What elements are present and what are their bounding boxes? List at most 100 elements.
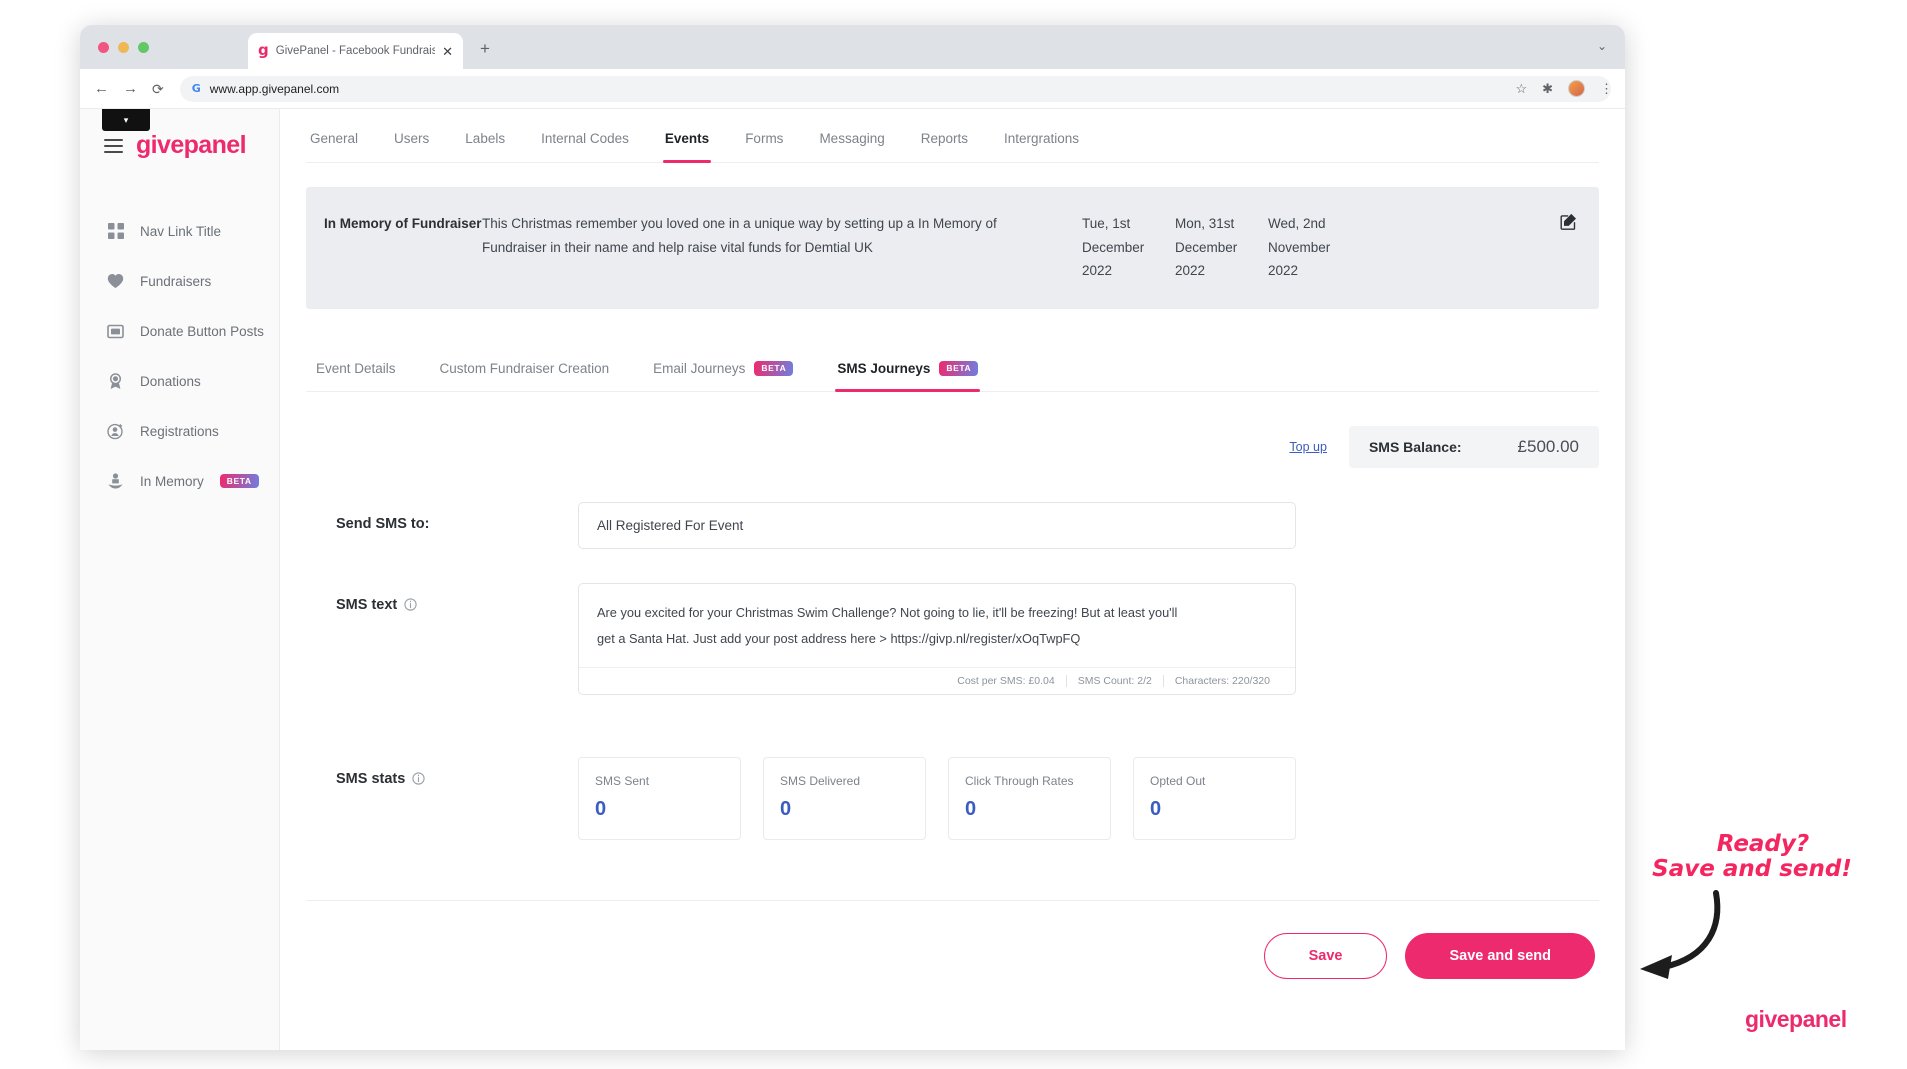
tab-forms[interactable]: Forms — [727, 131, 801, 162]
sms-stats-row: SMS stats SMS Sent 0 SMS Delivered 0 Cli… — [306, 757, 1599, 841]
send-sms-to-select[interactable]: All Registered For Event — [578, 501, 1296, 549]
event-summary-banner: In Memory of Fundraiser This Christmas r… — [306, 187, 1599, 309]
sms-balance-value: £500.00 — [1517, 436, 1579, 456]
event-name: In Memory of Fundraiser — [324, 216, 482, 231]
label-text: Send SMS to: — [336, 515, 430, 532]
subtab-event-details[interactable]: Event Details — [310, 361, 418, 391]
window-traffic-lights — [98, 42, 149, 53]
send-sms-to-row: Send SMS to: All Registered For Event — [306, 501, 1599, 549]
profile-avatar[interactable] — [1568, 80, 1585, 97]
browser-menu-icon[interactable]: ⋮ — [1600, 82, 1613, 95]
sidebar-item-label: Donate Button Posts — [140, 323, 264, 339]
stat-label: SMS Sent — [595, 774, 650, 789]
top-up-link[interactable]: Top up — [1289, 440, 1327, 454]
sidebar-item-registrations[interactable]: Registrations — [80, 406, 279, 456]
sidebar-notch: ▾ — [102, 109, 150, 131]
subtab-label: Event Details — [316, 360, 396, 376]
hamburger-menu-icon[interactable] — [104, 138, 123, 153]
annotation-arrow-icon — [1640, 890, 1721, 979]
stat-value: 0 — [780, 798, 792, 821]
browser-tab-title: GivePanel - Facebook Fundraising — [275, 45, 436, 57]
tab-events[interactable]: Events — [647, 131, 727, 163]
subtab-sms-journeys[interactable]: SMS Journeys BETA — [815, 360, 1000, 392]
minimize-window-button[interactable] — [118, 42, 129, 53]
stat-card-click-through-rates: Click Through Rates 0 — [948, 757, 1111, 841]
label-text: SMS text — [336, 596, 398, 613]
info-icon[interactable] — [404, 598, 417, 611]
sidebar-item-label: Donations — [140, 373, 201, 389]
maximize-window-button[interactable] — [138, 42, 149, 53]
sms-text-line-2: get a Santa Hat. Just add your post addr… — [597, 631, 1081, 647]
close-tab-icon[interactable]: ✕ — [442, 45, 453, 58]
sidebar-item-donate-button-posts[interactable]: Donate Button Posts — [80, 306, 279, 356]
grid-icon — [107, 223, 124, 240]
sidebar-item-label: Fundraisers — [140, 273, 212, 289]
chevron-down-icon[interactable]: ⌄ — [1597, 39, 1607, 53]
extensions-icon[interactable]: ✱ — [1542, 82, 1553, 95]
sidebar-item-in-memory[interactable]: In Memory BETA — [80, 456, 279, 506]
givepanel-favicon-icon: g — [258, 40, 269, 59]
save-and-send-button[interactable]: Save and send — [1405, 933, 1595, 980]
bookmark-star-icon[interactable]: ☆ — [1515, 82, 1527, 95]
main-content: General Users Labels Internal Codes Even… — [280, 109, 1625, 1050]
sidebar-item-fundraisers[interactable]: Fundraisers — [80, 256, 279, 306]
label-text: SMS stats — [336, 771, 406, 788]
app-root: ▾ givepanel Nav Link Title Fundraisers D… — [80, 109, 1625, 1050]
sidebar-item-label: In Memory — [140, 473, 204, 489]
cost-per-sms: Cost per SMS: £0.04 — [957, 675, 1055, 688]
form-actions: Save Save and send — [306, 900, 1599, 980]
close-window-button[interactable] — [98, 42, 109, 53]
tab-messaging[interactable]: Messaging — [801, 131, 902, 162]
tab-users[interactable]: Users — [376, 131, 447, 162]
subtab-label: Custom Fundraiser Creation — [439, 360, 610, 376]
subtab-email-journeys[interactable]: Email Journeys BETA — [631, 361, 815, 391]
sidebar-item-donations[interactable]: Donations — [80, 356, 279, 406]
edit-event-icon[interactable] — [1560, 212, 1577, 230]
stat-card-opted-out: Opted Out 0 — [1133, 757, 1296, 841]
settings-tabs: General Users Labels Internal Codes Even… — [306, 109, 1599, 163]
memorial-icon — [107, 472, 124, 490]
browser-tab[interactable]: g GivePanel - Facebook Fundraising ✕ — [248, 33, 463, 69]
sidebar-item-nav-link-title[interactable]: Nav Link Title — [80, 206, 279, 256]
tab-reports[interactable]: Reports — [903, 131, 986, 162]
tab-internal-codes[interactable]: Internal Codes — [523, 131, 647, 162]
sms-balance-pill: SMS Balance: £500.00 — [1348, 425, 1599, 468]
stat-label: Opted Out — [1150, 774, 1206, 789]
stat-label: SMS Delivered — [780, 774, 861, 789]
sms-text-line-1: Are you excited for your Christmas Swim … — [597, 604, 1178, 620]
event-description: This Christmas remember you loved one in… — [482, 216, 997, 255]
annotation-line-1: Ready? — [1716, 831, 1810, 857]
card-icon — [107, 323, 124, 340]
subtab-label: SMS Journeys — [837, 360, 931, 376]
ribbon-icon — [107, 372, 124, 390]
sms-stats-cards: SMS Sent 0 SMS Delivered 0 Click Through… — [578, 757, 1296, 841]
save-button[interactable]: Save — [1263, 933, 1388, 980]
chevron-down-icon: ▾ — [123, 114, 129, 125]
tab-general[interactable]: General — [306, 131, 376, 162]
sms-count: SMS Count: 2/2 — [1065, 675, 1163, 688]
footer-brand-wordmark: givepanel — [1745, 1006, 1847, 1032]
back-icon[interactable]: ← — [94, 81, 109, 96]
sms-text-meta: Cost per SMS: £0.04 SMS Count: 2/2 Chara… — [579, 667, 1295, 694]
browser-window: g GivePanel - Facebook Fundraising ✕ + ⌄… — [80, 25, 1625, 1050]
forward-icon[interactable]: → — [123, 81, 138, 96]
reload-icon[interactable]: ⟳ — [152, 82, 164, 96]
sms-text-value[interactable]: Are you excited for your Christmas Swim … — [579, 584, 1295, 667]
event-start-date: Tue, 1st December 2022 — [1082, 216, 1145, 279]
sms-text-field[interactable]: Are you excited for your Christmas Swim … — [578, 582, 1296, 696]
tab-intergrations[interactable]: Intergrations — [986, 131, 1097, 162]
sidebar-item-label: Nav Link Title — [140, 223, 222, 239]
info-icon[interactable] — [412, 772, 425, 785]
sidebar-nav: Nav Link Title Fundraisers Donate Button… — [80, 206, 279, 506]
sms-stats-label: SMS stats — [306, 757, 578, 840]
new-tab-button[interactable]: + — [480, 40, 490, 57]
send-sms-to-value: All Registered For Event — [597, 517, 744, 533]
annotation-text: Ready? Save and send! — [1628, 832, 1898, 883]
address-input[interactable]: G www.app.givepanel.com — [179, 75, 1611, 102]
url-bar-actions: ☆ ✱ ⋮ — [1515, 80, 1613, 97]
tab-labels[interactable]: Labels — [447, 131, 523, 162]
event-created-date: Wed, 2nd November 2022 — [1268, 216, 1331, 279]
sms-text-label: SMS text — [306, 583, 578, 695]
subtab-custom-fundraiser-creation[interactable]: Custom Fundraiser Creation — [418, 361, 632, 391]
google-icon: G — [191, 82, 201, 95]
